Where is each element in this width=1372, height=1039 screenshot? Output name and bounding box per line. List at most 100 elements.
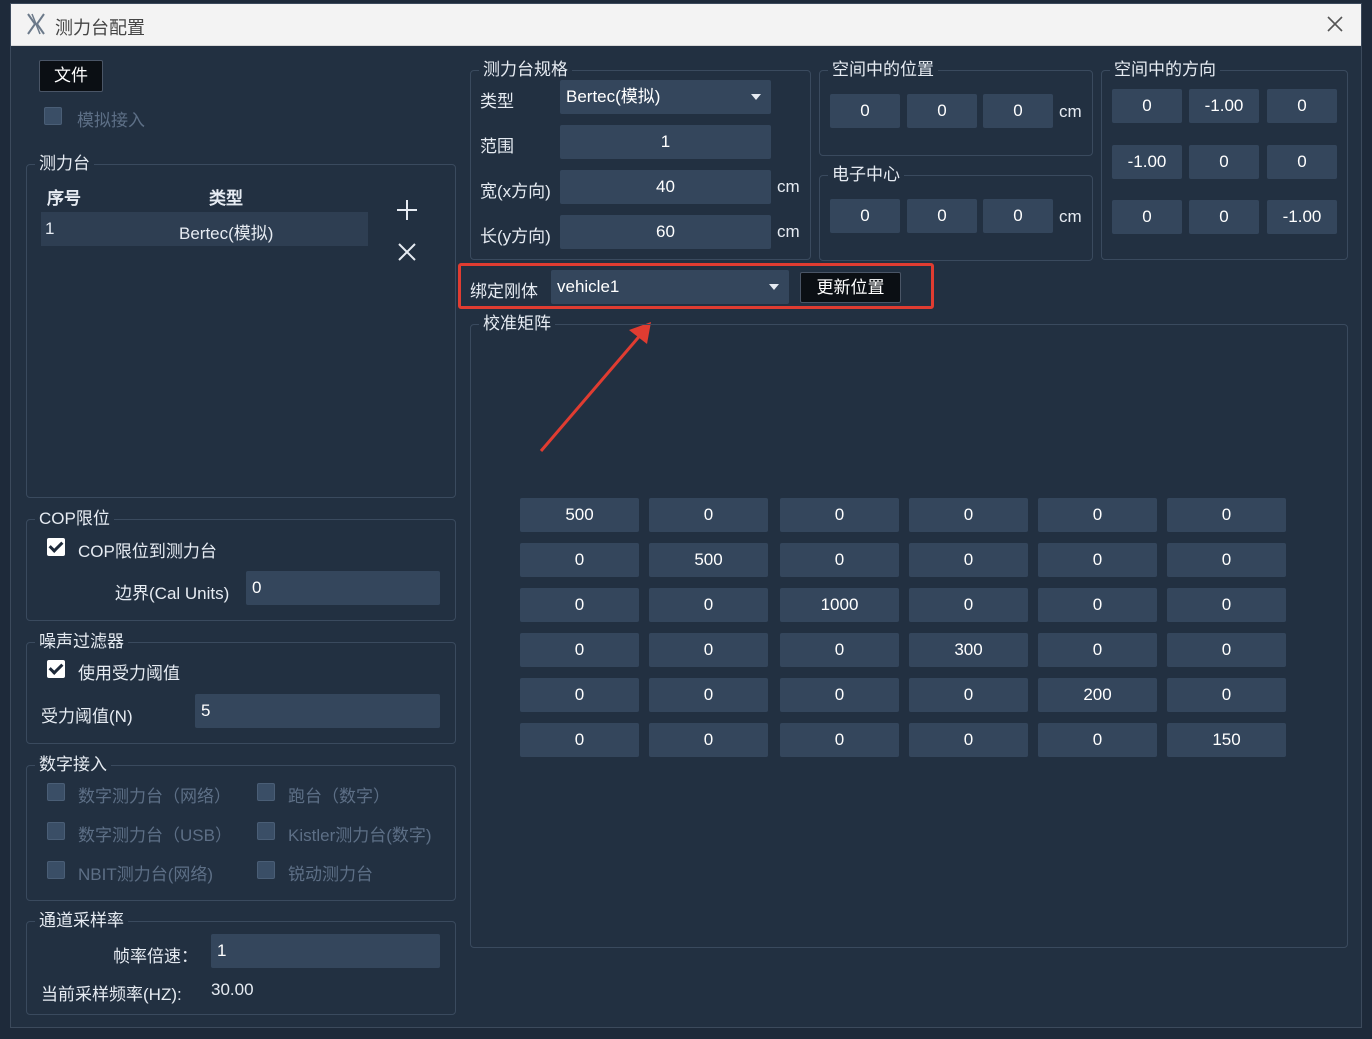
center-x-input[interactable]: 0 xyxy=(830,199,900,233)
matrix-cell[interactable]: 150 xyxy=(1167,723,1286,757)
position-x-input[interactable]: 0 xyxy=(830,94,900,128)
border-input[interactable]: 0 xyxy=(246,571,440,605)
matrix-cell[interactable]: 0 xyxy=(520,543,639,577)
col-type-header: 类型 xyxy=(209,189,243,208)
matrix-cell[interactable]: 0 xyxy=(520,723,639,757)
matrix-cell[interactable]: 0 xyxy=(1167,588,1286,622)
add-icon[interactable] xyxy=(395,198,419,222)
window-title: 测力台配置 xyxy=(55,18,145,38)
kistler-label: Kistler测力台(数字) xyxy=(288,826,432,845)
threshold-input[interactable]: 5 xyxy=(195,694,440,728)
orientation-cell[interactable]: 0 xyxy=(1189,200,1259,234)
spec-group-title: 测力台规格 xyxy=(479,59,572,81)
title-bar: 测力台配置 xyxy=(11,4,1361,46)
rigid-body-dropdown[interactable]: vehicle1 xyxy=(551,270,789,304)
use-threshold-checkbox[interactable] xyxy=(47,660,65,678)
orientation-cell[interactable]: -1.00 xyxy=(1112,145,1182,179)
matrix-cell[interactable]: 0 xyxy=(780,678,899,712)
position-z-input[interactable]: 0 xyxy=(983,94,1053,128)
matrix-cell[interactable]: 0 xyxy=(909,723,1028,757)
matrix-cell[interactable]: 0 xyxy=(649,723,768,757)
width-unit: cm xyxy=(777,177,800,196)
matrix-cell[interactable]: 0 xyxy=(909,498,1028,532)
row-index: 1 xyxy=(45,219,55,238)
matrix-cell[interactable]: 0 xyxy=(780,498,899,532)
rate-input[interactable]: 1 xyxy=(211,934,440,968)
matrix-cell[interactable]: 0 xyxy=(1167,543,1286,577)
orientation-cell[interactable]: -1.00 xyxy=(1267,200,1337,234)
position-y-input[interactable]: 0 xyxy=(907,94,977,128)
matrix-cell[interactable]: 0 xyxy=(1167,678,1286,712)
plate-type-dropdown[interactable]: Bertec(模拟) xyxy=(560,80,771,114)
position-group-title: 空间中的位置 xyxy=(828,59,938,81)
use-threshold-label: 使用受力阈值 xyxy=(78,664,180,683)
matrix-cell[interactable]: 0 xyxy=(520,678,639,712)
matrix-cell[interactable]: 0 xyxy=(909,678,1028,712)
matrix-cell[interactable]: 500 xyxy=(649,543,768,577)
current-rate-label: 当前采样频率(HZ): xyxy=(41,985,182,1004)
orientation-cell[interactable]: 0 xyxy=(1112,200,1182,234)
width-input[interactable]: 40 xyxy=(560,170,771,204)
matrix-cell[interactable]: 300 xyxy=(909,633,1028,667)
simulate-label: 模拟接入 xyxy=(77,111,145,130)
matrix-cell[interactable]: 0 xyxy=(909,543,1028,577)
current-rate-value: 30.00 xyxy=(211,980,254,999)
matrix-cell[interactable]: 0 xyxy=(780,723,899,757)
matrix-cell[interactable]: 0 xyxy=(649,678,768,712)
cop-limit-checkbox[interactable] xyxy=(47,538,65,556)
matrix-cell[interactable]: 0 xyxy=(520,633,639,667)
treadmill-checkbox[interactable] xyxy=(257,783,275,801)
cop-group-title: COP限位 xyxy=(35,508,114,530)
matrix-cell[interactable]: 0 xyxy=(1038,588,1157,622)
matrix-cell[interactable]: 0 xyxy=(1038,723,1157,757)
matrix-cell[interactable]: 0 xyxy=(780,633,899,667)
row-type: Bertec(模拟) xyxy=(179,224,274,243)
orientation-cell[interactable]: 0 xyxy=(1267,89,1337,123)
matrix-cell[interactable]: 0 xyxy=(780,543,899,577)
file-button[interactable]: 文件 xyxy=(39,60,103,92)
matrix-cell[interactable]: 0 xyxy=(520,588,639,622)
kistler-checkbox[interactable] xyxy=(257,822,275,840)
matrix-cell[interactable]: 0 xyxy=(1167,498,1286,532)
table-row[interactable]: 1 Bertec(模拟) xyxy=(41,212,368,246)
matrix-cell[interactable]: 0 xyxy=(649,633,768,667)
sampling-group-title: 通道采样率 xyxy=(35,910,128,932)
matrix-cell[interactable]: 0 xyxy=(1038,633,1157,667)
border-label: 边界(Cal Units) xyxy=(115,584,230,603)
matrix-cell[interactable]: 0 xyxy=(649,588,768,622)
orientation-group-title: 空间中的方向 xyxy=(1110,59,1220,81)
noise-group: 噪声过滤器 xyxy=(26,631,456,744)
matrix-cell[interactable]: 0 xyxy=(1038,543,1157,577)
center-z-input[interactable]: 0 xyxy=(983,199,1053,233)
noise-group-title: 噪声过滤器 xyxy=(35,631,128,653)
ruidong-checkbox[interactable] xyxy=(257,861,275,879)
digital-usb-checkbox[interactable] xyxy=(47,822,65,840)
orientation-cell[interactable]: 0 xyxy=(1189,145,1259,179)
update-position-button[interactable]: 更新位置 xyxy=(800,272,901,303)
matrix-cell[interactable]: 0 xyxy=(909,588,1028,622)
orientation-cell[interactable]: 0 xyxy=(1112,89,1182,123)
delete-icon[interactable] xyxy=(397,242,417,262)
length-input[interactable]: 60 xyxy=(560,215,771,249)
force-plate-config-window: 测力台配置 文件 模拟接入 测力台 序号 类型 1 Bertec(模拟) COP… xyxy=(10,3,1362,1028)
matrix-cell[interactable]: 500 xyxy=(520,498,639,532)
matrix-cell[interactable]: 1000 xyxy=(780,588,899,622)
matrix-cell[interactable]: 0 xyxy=(649,498,768,532)
simulate-checkbox[interactable] xyxy=(44,107,62,125)
orientation-cell[interactable]: 0 xyxy=(1267,145,1337,179)
close-icon[interactable] xyxy=(1323,12,1347,36)
threshold-label: 受力阈值(N) xyxy=(41,707,133,726)
digital-net-label: 数字测力台（网络） xyxy=(78,787,231,806)
range-input[interactable]: 1 xyxy=(560,125,771,159)
nbit-checkbox[interactable] xyxy=(47,861,65,879)
matrix-cell[interactable]: 0 xyxy=(1167,633,1286,667)
calibration-group-title: 校准矩阵 xyxy=(479,313,555,335)
matrix-cell[interactable]: 0 xyxy=(1038,498,1157,532)
center-y-input[interactable]: 0 xyxy=(907,199,977,233)
position-unit: cm xyxy=(1059,102,1082,121)
digital-net-checkbox[interactable] xyxy=(47,783,65,801)
matrix-cell[interactable]: 200 xyxy=(1038,678,1157,712)
rate-label: 帧率倍速： xyxy=(113,947,198,966)
plate-type-value: Bertec(模拟) xyxy=(566,87,661,106)
orientation-cell[interactable]: -1.00 xyxy=(1189,89,1259,123)
